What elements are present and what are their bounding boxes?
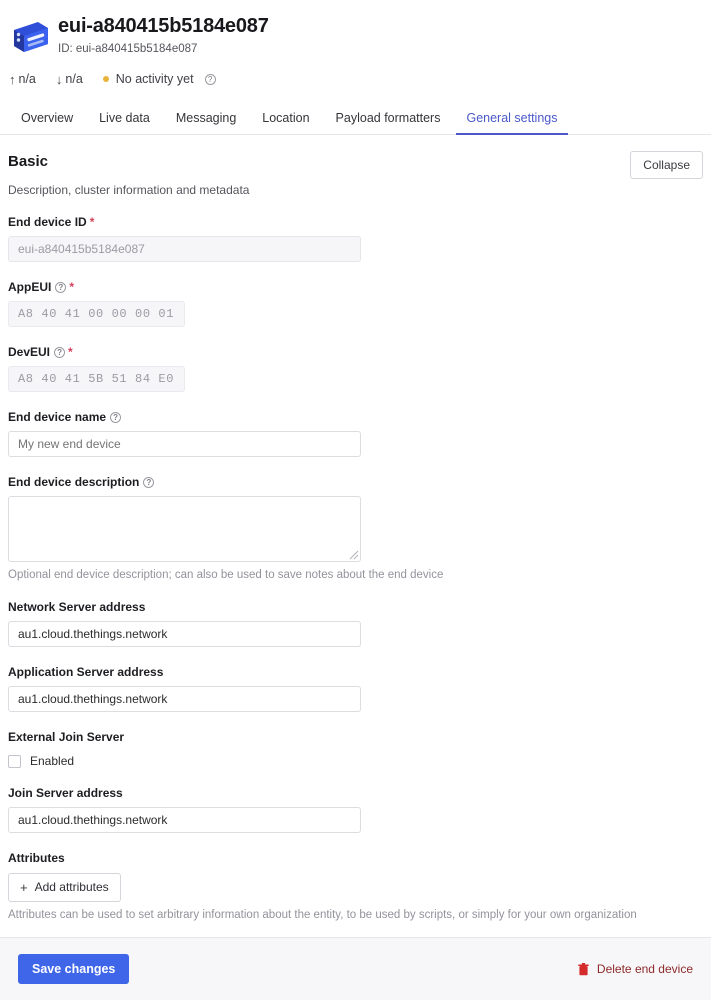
activity-status: No activity yet ? [102, 72, 216, 86]
field-app-eui: AppEUI ? * [8, 280, 703, 327]
end-device-id-input[interactable] [8, 236, 361, 262]
field-network-server-address: Network Server address [8, 600, 703, 647]
help-icon[interactable]: ? [54, 346, 66, 358]
end-device-id-label: End device ID * [8, 215, 703, 229]
label-text: External Join Server [8, 730, 125, 744]
tab-payload-formatters[interactable]: Payload formatters [323, 111, 454, 134]
field-join-server-address: Join Server address [8, 786, 703, 833]
label-text: Attributes [8, 851, 65, 865]
field-end-device-id: End device ID * [8, 215, 703, 262]
label-text: AppEUI [8, 280, 52, 294]
arrow-down-icon: ↓ [55, 71, 63, 87]
join-server-address-input[interactable] [8, 807, 361, 833]
help-icon[interactable]: ? [143, 476, 155, 488]
uplink-value: n/a [18, 72, 36, 86]
tab-general-settings[interactable]: General settings [453, 111, 570, 135]
end-device-description-label: End device description ? [8, 475, 703, 489]
plus-icon: + [20, 879, 28, 895]
field-end-device-name: End device name ? [8, 410, 703, 457]
page-title: eui-a840415b5184e087 [58, 15, 269, 37]
delete-end-device-label: Delete end device [596, 962, 693, 976]
device-tabs: Overview Live data Messaging Location Pa… [0, 102, 711, 135]
tab-location[interactable]: Location [249, 111, 322, 134]
status-dot-icon [102, 76, 109, 82]
activity-status-label: No activity yet [115, 72, 194, 86]
section-description: Description, cluster information and met… [8, 183, 250, 197]
tab-overview[interactable]: Overview [8, 111, 86, 134]
network-server-address-label: Network Server address [8, 600, 703, 614]
field-end-device-description: End device description ? Optional end de… [8, 475, 703, 582]
label-text: End device name [8, 410, 107, 424]
form-action-bar: Save changes Delete end device [0, 937, 711, 1000]
required-marker: * [69, 280, 75, 294]
tab-messaging[interactable]: Messaging [163, 111, 249, 134]
help-icon[interactable]: ? [55, 281, 67, 293]
attributes-label: Attributes [8, 851, 703, 865]
external-join-server-label: External Join Server [8, 730, 703, 744]
application-server-address-label: Application Server address [8, 665, 703, 679]
end-device-name-label: End device name ? [8, 410, 703, 424]
end-device-description-hint: Optional end device description; can als… [8, 569, 444, 581]
network-server-address-input[interactable] [8, 621, 361, 647]
device-id-label: ID: eui-a840415b5184e087 [58, 43, 198, 55]
device-status-row: ↑ n/a ↓ n/a No activity yet ? [0, 60, 711, 86]
application-server-address-input[interactable] [8, 686, 361, 712]
label-text: Network Server address [8, 600, 146, 614]
required-marker: * [68, 345, 73, 359]
end-device-icon [8, 16, 52, 60]
label-text: End device ID [8, 215, 87, 229]
field-external-join-server: External Join Server Enabled [8, 730, 703, 768]
general-settings-page: eui-a840415b5184e087 ID: eui-a840415b518… [0, 0, 711, 1000]
dev-eui-input[interactable] [8, 366, 185, 392]
device-title-block: eui-a840415b5184e087 ID: eui-a840415b518… [58, 12, 269, 56]
app-eui-label: AppEUI ? * [8, 280, 703, 294]
section-title: Basic [8, 153, 49, 170]
description-textarea-wrap [8, 496, 361, 562]
save-changes-button[interactable]: Save changes [18, 954, 130, 984]
help-icon[interactable]: ? [204, 73, 216, 85]
trash-icon [578, 962, 589, 975]
add-attributes-button[interactable]: + Add attributes [8, 873, 121, 902]
external-join-server-checkbox[interactable] [8, 754, 21, 768]
app-eui-input[interactable] [8, 301, 185, 327]
label-text: Application Server address [8, 665, 164, 679]
tab-live-data[interactable]: Live data [86, 111, 163, 134]
field-application-server-address: Application Server address [8, 665, 703, 712]
label-text: DevEUI [8, 345, 51, 359]
settings-form: Basic Description, cluster information a… [0, 135, 711, 922]
field-attributes: Attributes + Add attributes Attributes c… [8, 851, 703, 922]
delete-end-device-button[interactable]: Delete end device [578, 962, 693, 976]
external-join-server-checkbox-row[interactable]: Enabled [8, 754, 703, 768]
downlink-stat: ↓ n/a [56, 72, 83, 86]
join-server-address-label: Join Server address [8, 786, 703, 800]
label-text: End device description [8, 475, 140, 489]
end-device-name-input[interactable] [8, 431, 361, 457]
device-header: eui-a840415b5184e087 ID: eui-a840415b518… [0, 0, 711, 60]
end-device-description-textarea[interactable] [8, 496, 361, 562]
required-marker: * [89, 215, 95, 229]
dev-eui-label: DevEUI ? * [8, 345, 703, 359]
attributes-hint: Attributes can be used to set arbitrary … [8, 909, 637, 921]
downlink-value: n/a [65, 72, 83, 86]
uplink-stat: ↑ n/a [9, 72, 36, 86]
help-icon[interactable]: ? [110, 411, 122, 423]
external-join-server-checkbox-label: Enabled [30, 754, 75, 768]
add-attributes-label: Add attributes [34, 880, 109, 894]
label-text: Join Server address [8, 786, 123, 800]
field-dev-eui: DevEUI ? * [8, 345, 703, 392]
arrow-up-icon: ↑ [9, 71, 16, 87]
collapse-button[interactable]: Collapse [630, 151, 703, 179]
